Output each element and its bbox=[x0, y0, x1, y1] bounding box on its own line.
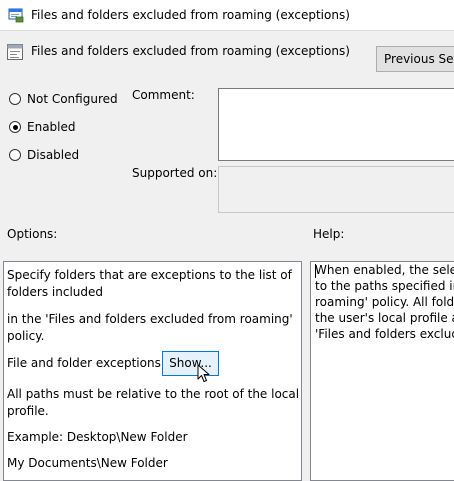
help-panel[interactable]: When enabled, the selecte to the paths s… bbox=[310, 261, 454, 481]
radio-circle[interactable] bbox=[9, 93, 21, 105]
example-line2: My Documents\New Folder bbox=[7, 456, 168, 470]
help-line-5: 'Files and folders excluded bbox=[315, 327, 454, 341]
paths-note-line2: profile. bbox=[7, 404, 49, 418]
title-bar: Files and folders excluded from roaming … bbox=[0, 0, 454, 31]
policy-window-icon bbox=[8, 8, 24, 23]
radio-disabled-label: Disabled bbox=[27, 148, 80, 162]
supported-on-label: Supported on: bbox=[132, 166, 218, 180]
supported-on-box bbox=[218, 166, 454, 213]
radio-selected-dot bbox=[12, 124, 18, 130]
help-line-3: roaming' policy. All folder bbox=[315, 295, 454, 309]
options-description-line4: policy. bbox=[7, 329, 45, 343]
comment-label: Comment: bbox=[132, 88, 195, 102]
paths-note-line1: All paths must be relative to the root o… bbox=[7, 387, 300, 401]
help-label: Help: bbox=[313, 227, 345, 241]
options-description-line1: Specify folders that are exceptions to t… bbox=[7, 268, 292, 282]
help-line-2: to the paths specified in th bbox=[315, 279, 454, 293]
example-line: Example: Desktop\New Folder bbox=[7, 430, 188, 444]
text-caret bbox=[315, 264, 316, 278]
radio-enabled-label: Enabled bbox=[27, 120, 76, 134]
exceptions-label: File and folder exceptions: bbox=[7, 356, 165, 370]
radio-circle-selected[interactable] bbox=[9, 121, 21, 133]
options-description-line2: folders included bbox=[7, 285, 103, 299]
help-line-4: the user's local profile and bbox=[315, 311, 454, 325]
previous-setting-label: Previous Setti bbox=[384, 52, 454, 66]
radio-not-configured-label: Not Configured bbox=[27, 92, 118, 106]
options-description-line3: in the 'Files and folders excluded from … bbox=[7, 312, 293, 326]
setting-icon bbox=[7, 44, 23, 60]
mouse-cursor-icon bbox=[197, 364, 210, 382]
setting-title: Files and folders excluded from roaming … bbox=[31, 44, 350, 58]
window-title: Files and folders excluded from roaming … bbox=[31, 8, 350, 22]
comment-textbox[interactable] bbox=[218, 88, 454, 161]
radio-circle[interactable] bbox=[9, 149, 21, 161]
help-text: When enabled, the selecte to the paths s… bbox=[315, 262, 454, 342]
previous-setting-button[interactable]: Previous Setti bbox=[376, 46, 454, 72]
options-label: Options: bbox=[7, 227, 58, 241]
help-line-1: When enabled, the selecte bbox=[315, 263, 454, 277]
